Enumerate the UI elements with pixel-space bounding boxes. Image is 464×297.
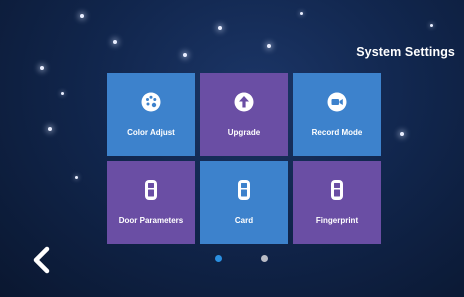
intercom-panel-icon xyxy=(326,179,348,201)
upgrade-tile[interactable]: Upgrade xyxy=(200,73,288,156)
color-adjust-label: Color Adjust xyxy=(127,128,175,137)
intercom-panel-icon xyxy=(140,179,162,201)
door-parameters-tile[interactable]: Door Parameters xyxy=(107,161,195,244)
record-mode-label: Record Mode xyxy=(311,128,363,137)
page-indicator xyxy=(215,255,271,263)
star-decoration xyxy=(113,40,117,44)
settings-screen: System Settings Color Adjust Upgrade Rec… xyxy=(0,0,464,297)
star-decoration xyxy=(40,66,44,70)
intercom-panel-icon xyxy=(233,179,255,201)
page-dot-active[interactable] xyxy=(215,255,222,262)
upload-arrow-icon xyxy=(233,91,255,113)
record-mode-tile[interactable]: Record Mode xyxy=(293,73,381,156)
star-decoration xyxy=(300,12,303,15)
settings-grid: Color Adjust Upgrade Record Mode Door Pa… xyxy=(107,73,381,244)
chevron-left-icon xyxy=(33,246,50,274)
door-parameters-label: Door Parameters xyxy=(118,216,184,225)
star-decoration xyxy=(75,176,78,179)
page-title: System Settings xyxy=(356,45,455,59)
palette-icon xyxy=(140,91,162,113)
star-decoration xyxy=(61,92,64,95)
color-adjust-tile[interactable]: Color Adjust xyxy=(107,73,195,156)
star-decoration xyxy=(267,44,271,48)
fingerprint-tile[interactable]: Fingerprint xyxy=(293,161,381,244)
upgrade-label: Upgrade xyxy=(227,128,261,137)
star-decoration xyxy=(430,24,433,27)
star-decoration xyxy=(183,53,187,57)
star-decoration xyxy=(48,127,52,131)
star-decoration xyxy=(80,14,84,18)
card-tile[interactable]: Card xyxy=(200,161,288,244)
video-camera-icon xyxy=(326,91,348,113)
back-button[interactable] xyxy=(30,246,54,274)
page-dot-inactive[interactable] xyxy=(261,255,268,262)
star-decoration xyxy=(218,26,222,30)
card-label: Card xyxy=(234,216,254,225)
star-decoration xyxy=(400,132,404,136)
fingerprint-label: Fingerprint xyxy=(315,216,359,225)
